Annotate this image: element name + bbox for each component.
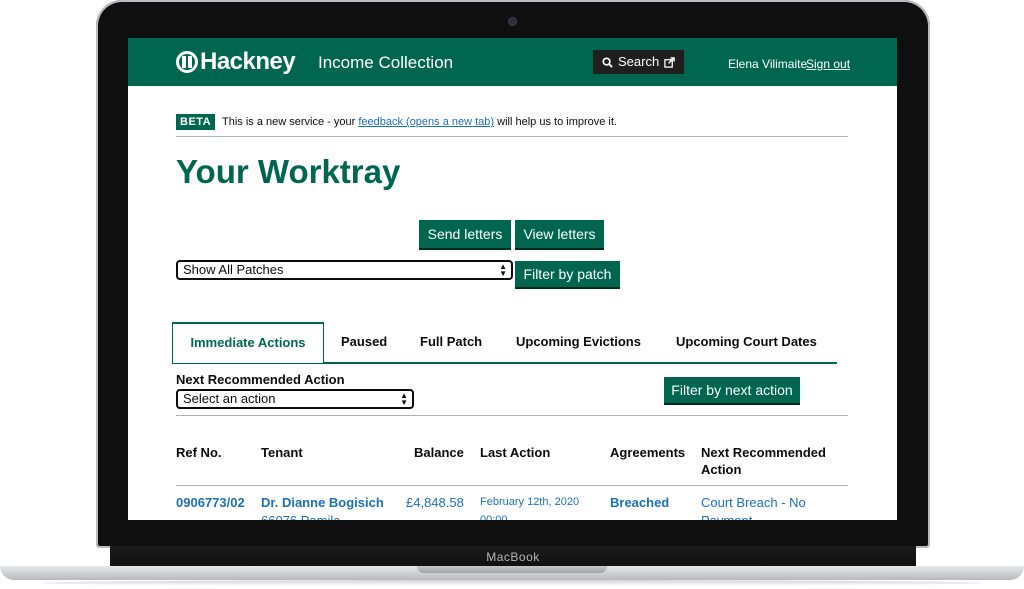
column-header-last-action: Last Action <box>480 444 550 461</box>
laptop-shadow <box>40 580 984 586</box>
next-action-select-value: Select an action <box>183 392 276 406</box>
column-header-tenant: Tenant <box>261 444 303 461</box>
banner-text-after: will help us to improve it. <box>497 116 617 128</box>
row-ref-link[interactable]: 0906773/02 <box>176 494 245 511</box>
filter-by-patch-button[interactable]: Filter by patch <box>515 261 620 287</box>
external-link-icon <box>664 57 675 68</box>
camera-icon <box>509 18 516 25</box>
page-title: Your Worktray <box>176 152 400 192</box>
search-button[interactable]: Search <box>593 50 684 74</box>
row-tenant-link[interactable]: Dr. Dianne Bogisich <box>261 494 384 511</box>
device-brand-label: MacBook <box>110 546 916 568</box>
select-arrows-icon: ▲▼ <box>499 263 507 277</box>
tab-upcoming-court-dates[interactable]: Upcoming Court Dates <box>676 322 817 362</box>
next-action-label: Next Recommended Action <box>176 372 345 388</box>
column-header-ref: Ref No. <box>176 444 222 461</box>
divider <box>176 415 848 416</box>
filter-by-next-action-button[interactable]: Filter by next action <box>664 377 800 403</box>
column-header-next-action: Next Recommended Action <box>701 444 841 478</box>
view-letters-button[interactable]: View letters <box>515 220 604 248</box>
row-last-action-time: 00:00 <box>480 512 508 520</box>
phase-banner: BETA This is a new service - your feedba… <box>176 114 848 137</box>
hackney-logo-icon <box>176 51 198 73</box>
feedback-link[interactable]: feedback (opens a new tab) <box>358 116 494 128</box>
sign-out-link[interactable]: Sign out <box>806 57 850 71</box>
user-name: Elena Vilimaite <box>728 57 807 71</box>
tab-upcoming-evictions[interactable]: Upcoming Evictions <box>516 322 641 362</box>
search-label: Search <box>618 50 659 74</box>
row-next-action-cont: Payment <box>701 512 752 520</box>
banner-text-before: This is a new service - your <box>222 116 355 128</box>
tab-full-patch[interactable]: Full Patch <box>420 322 482 362</box>
row-balance: £4,848.58 <box>406 494 464 511</box>
row-last-action-date: February 12th, 2020 <box>480 494 579 511</box>
patch-select[interactable]: Show All Patches ▲▼ <box>176 260 513 280</box>
tab-paused[interactable]: Paused <box>341 322 387 362</box>
column-header-balance: Balance <box>414 444 464 461</box>
site-header: Hackney Income Collection Search Elena V… <box>128 38 897 86</box>
tab-immediate-actions[interactable]: Immediate Actions <box>172 322 324 363</box>
search-icon <box>602 57 613 68</box>
laptop-notch <box>417 566 607 573</box>
beta-tag: BETA <box>176 114 215 130</box>
site-logo[interactable]: Hackney <box>200 48 295 76</box>
column-header-agreements: Agreements <box>610 444 685 461</box>
next-action-select[interactable]: Select an action ▲▼ <box>176 389 414 409</box>
app-name: Income Collection <box>318 53 453 73</box>
row-tenant-address: 66076 Pamila <box>261 512 341 520</box>
worktray-tabs: Immediate Actions Paused Full Patch Upco… <box>172 322 837 364</box>
banner-text: This is a new service - your feedback (o… <box>222 115 617 129</box>
patch-select-value: Show All Patches <box>183 263 283 277</box>
row-agreement-link[interactable]: Breached <box>610 494 669 511</box>
select-arrows-icon: ▲▼ <box>400 392 408 406</box>
row-next-action: Court Breach - No <box>701 494 806 511</box>
browser-screen: Hackney Income Collection Search Elena V… <box>128 38 897 520</box>
divider <box>176 485 848 486</box>
send-letters-button[interactable]: Send letters <box>419 220 511 248</box>
